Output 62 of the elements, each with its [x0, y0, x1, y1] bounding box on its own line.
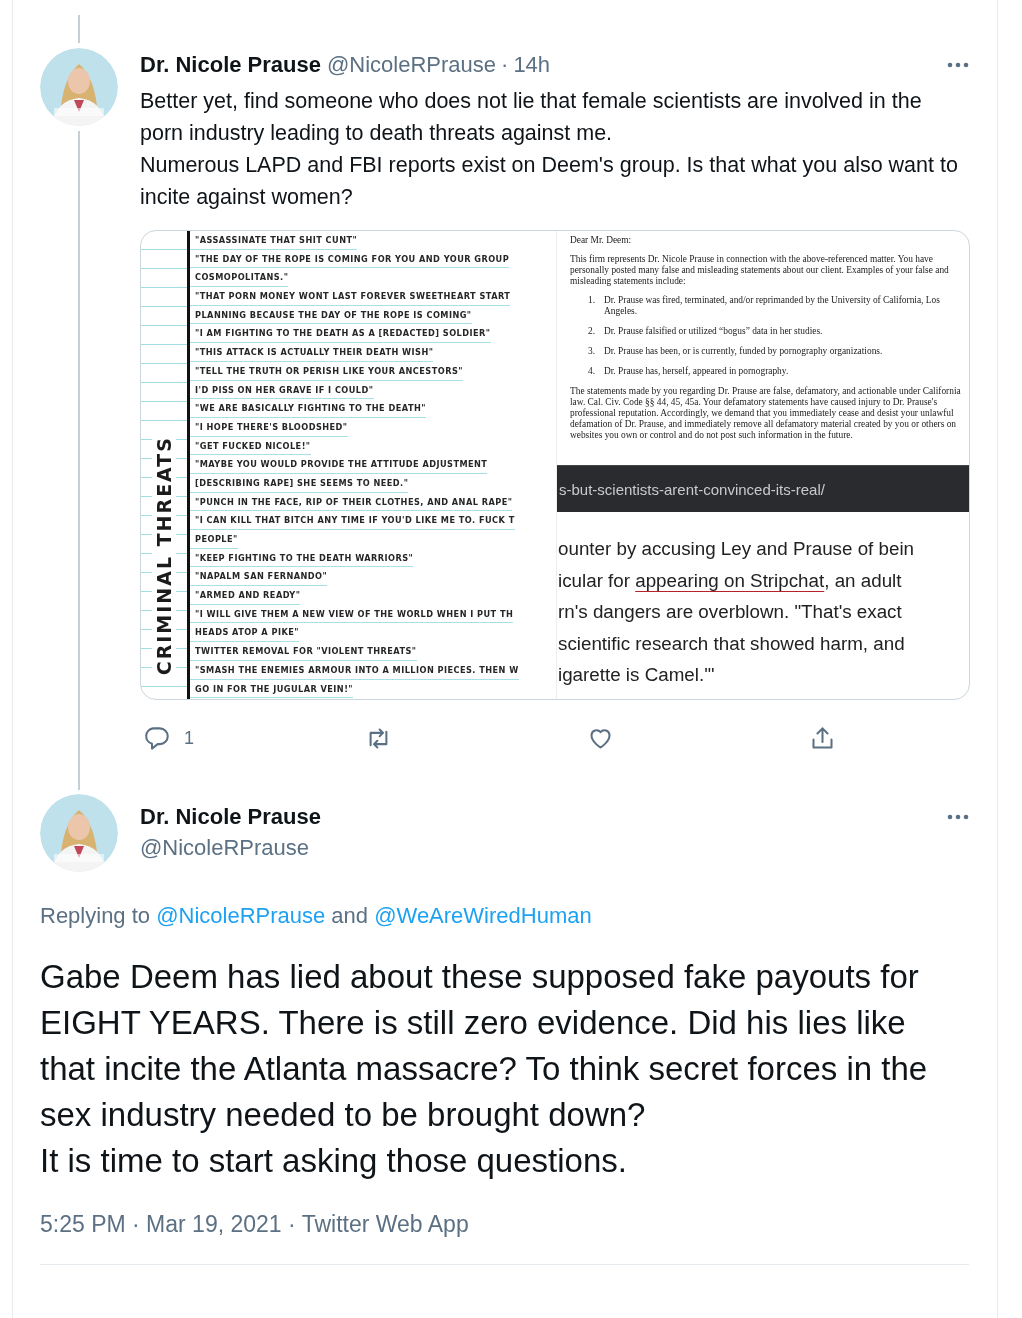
- article-link[interactable]: appearing on Stripchat: [635, 569, 825, 591]
- threat-line: "THE DAY OF THE ROPE IS COMING FOR YOU AND YOUR GROUP: [190, 249, 510, 269]
- threat-line: COSMOPOLITANS.": [190, 268, 289, 288]
- reply-icon[interactable]: [143, 724, 170, 752]
- threat-line: "MAYBE YOU WOULD PROVIDE THE ATTITUDE ADJUSTMENT: [190, 455, 488, 474]
- threat-line: [DESCRIBING RAPE] SHE SEEMS TO NEED.": [190, 473, 409, 493]
- reply-context: Replying to @NicoleRPrause and @WeAreWiredHuman: [40, 902, 593, 930]
- threat-line: "ASSASSINATE THAT SHIT CUNT": [190, 231, 358, 250]
- tweet-time[interactable]: 14h: [513, 52, 551, 78]
- more-icon[interactable]: [947, 814, 969, 820]
- letter-item: Dr. Prause falsified or utilized “bogus” data in her studies.: [604, 326, 823, 337]
- threat-line: "WE ARE BASICALLY FIGHTING TO THE DEATH": [190, 399, 426, 418]
- threat-line: "KEEP FIGHTING TO THE DEATH WARRIORS": [190, 548, 414, 568]
- author-handle[interactable]: @NicoleRPrause: [327, 52, 497, 78]
- tweet-text: Numerous LAPD and FBI reports exist on Deem's group. Is that what you also want to incite against women?: [140, 152, 959, 211]
- threat-line: "I HOPE THERE'S BLOODSHED": [190, 417, 348, 437]
- separator: ·: [501, 52, 509, 78]
- threat-line: PLANNING BECAUSE THE DAY OF THE ROPE IS COMING": [190, 305, 472, 325]
- letter-paragraph: The statements made by you regarding Dr. Prause are false, defamatory, and actionable under California law. Cal. Civ. Code §§ 44, 45, 45a. Your defamatory statements have caused injury to Dr. Prause's professional reputation. Accordingly, we demand that you immediately cease and desist your unlawful defamation of Dr. Prause, and immediately remove all defamatory material created by you or others on websites you own or control and do not post such information in the future.: [570, 386, 961, 441]
- author-name[interactable]: Dr. Nicole Prause: [140, 804, 321, 830]
- threat-line: "THIS ATTACK IS ACTUALLY THEIR DEATH WISH": [190, 343, 434, 362]
- tweet-text: Better yet, find someone who does not lie that female scientists are involved in the porn industry leading to death threats against me.: [140, 88, 923, 147]
- article-line: icular for appearing on Stripchat, an adult: [558, 568, 902, 593]
- letter-item: Dr. Prause has, herself, appeared in pornography.: [604, 366, 789, 377]
- threat-line: PEOPLE": [190, 530, 238, 549]
- author-name[interactable]: Dr. Nicole Prause: [140, 52, 321, 78]
- threat-line: GO IN FOR THE JUGULAR VEIN!": [190, 679, 354, 699]
- threat-line: "TELL THE TRUTH OR PERISH LIKE YOUR ANCESTORS": [190, 361, 463, 381]
- threat-line: "THAT PORN MONEY WONT LAST FOREVER SWEETHEART START: [190, 287, 511, 306]
- threat-line: TWITTER REMOVAL FOR "VIOLENT THREATS": [190, 642, 417, 661]
- mention-link[interactable]: @WeAreWiredHuman: [374, 903, 592, 928]
- article-line: scientific research that showed harm, and: [558, 631, 905, 656]
- threat-line: I'D PISS ON HER GRAVE IF I COULD": [190, 380, 374, 400]
- letter-item: Dr. Prause was fired, terminated, and/or reprimanded by the University of California, Los Angeles.: [604, 295, 941, 317]
- article-line: rn's dangers are overblown. "That's exact: [558, 600, 902, 624]
- letter-paragraph: This firm represents Dr. Nicole Prause in connection with the above-referenced matter. You have personally posted many false and misleading statements about our client. Examples of your false and misleading statements include:: [570, 254, 950, 287]
- threat-line: "NAPALM SAN FERNANDO": [190, 567, 328, 587]
- threat-line: "SMASH THE ENEMIES ARMOUR INTO A MILLION PIECES. THEN W: [190, 660, 519, 680]
- tweet-timestamp[interactable]: 5:25 PM · Mar 19, 2021 · Twitter Web App: [40, 1209, 469, 1239]
- more-icon[interactable]: [947, 62, 969, 68]
- threat-line: "ARMED AND READY": [190, 586, 301, 605]
- mention-link[interactable]: @NicoleRPrause: [156, 903, 326, 928]
- item-number: 1.: [588, 295, 597, 307]
- share-icon[interactable]: [809, 724, 836, 752]
- article-line: ounter by accusing Ley and Prause of bein: [558, 537, 915, 561]
- url-text: s-but-scientists-arent-convinced-its-real/: [558, 480, 825, 498]
- item-number: 2.: [588, 326, 597, 337]
- author-handle[interactable]: @NicoleRPrause: [140, 835, 310, 861]
- threat-line: "PUNCH IN THE FACE, RIP OF THEIR CLOTHES, AND ANAL RAPE": [190, 492, 513, 512]
- threat-line: "I AM FIGHTING TO THE DEATH AS A [REDACTED] SOLDIER": [190, 324, 491, 344]
- threat-line: "I WILL GIVE THEM A NEW VIEW OF THE WORLD WHEN I PUT TH: [190, 604, 514, 624]
- letter-item: Dr. Prause has been, or is currently, funded by pornography organizations.: [604, 346, 883, 357]
- article-line: igarette is Camel.'": [558, 663, 715, 687]
- item-number: 4.: [588, 366, 597, 377]
- reply-count: 1: [184, 727, 194, 749]
- threat-line: "I CAN KILL THAT BITCH ANY TIME IF YOU'D LIKE ME TO. FUCK T: [190, 511, 515, 530]
- threat-line: HEADS ATOP A PIKE": [190, 623, 299, 643]
- tweet-text: Gabe Deem has lied about these supposed fake payouts for EIGHT YEARS. There is still zero evidence. Did his lies like that incite the Atlanta massacre? To think secret forces in the sex industry needed to be brought down?: [40, 957, 929, 1135]
- tweet-text: It is time to start asking those questions.: [40, 1141, 628, 1181]
- threat-line: "GET FUCKED NICOLE!": [190, 436, 311, 456]
- item-number: 3.: [588, 346, 597, 357]
- letter-salutation: Dear Mr. Deem:: [570, 235, 633, 246]
